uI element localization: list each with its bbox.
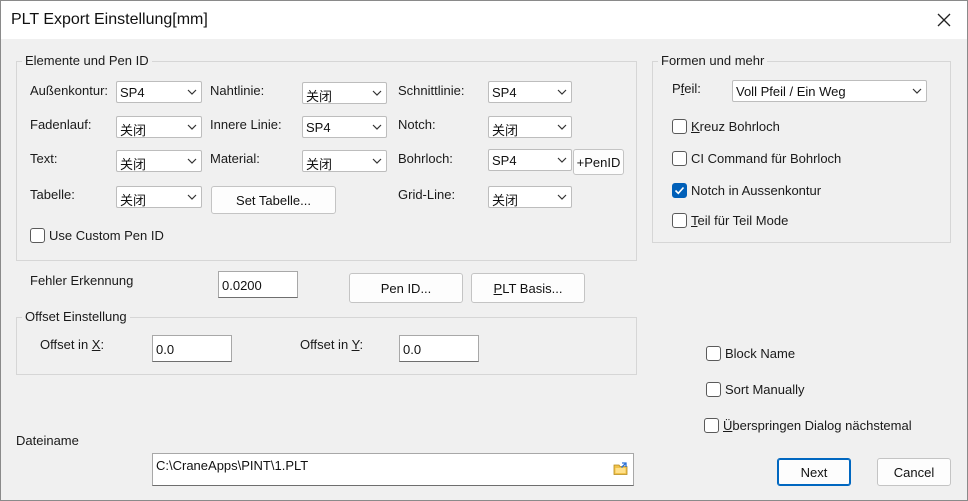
folder-open-icon[interactable] <box>613 461 629 477</box>
checkmark-icon <box>674 186 685 194</box>
chevron-down-icon <box>372 124 382 130</box>
cross-drill-hole-label: Kreuz Bohrloch <box>691 118 780 134</box>
title-bar: PLT Export Einstellung[mm] <box>1 1 967 39</box>
chevron-down-icon <box>557 124 567 130</box>
inner-line-label: Innere Linie: <box>210 117 282 132</box>
add-pen-id-button[interactable]: +PenID <box>573 149 624 175</box>
window-title: PLT Export Einstellung[mm] <box>11 11 208 28</box>
offset-group-legend: Offset Einstellung <box>22 309 130 324</box>
notch-label: Notch: <box>398 117 436 132</box>
material-select[interactable]: 关闭 <box>302 150 387 172</box>
sort-manually-label: Sort Manually <box>725 381 805 397</box>
dialog-window: PLT Export Einstellung[mm] Elemente und … <box>0 0 968 501</box>
cut-line-label: Schnittlinie: <box>398 83 465 98</box>
chevron-down-icon <box>372 158 382 164</box>
chevron-down-icon <box>187 194 197 200</box>
block-name-label: Block Name <box>725 345 796 361</box>
checkbox-box <box>30 227 45 243</box>
chevron-down-icon <box>557 89 567 95</box>
checkbox-box-checked <box>672 182 687 198</box>
ci-command-drill-hole-label: CI Command für Bohrloch <box>691 150 842 166</box>
grain-line-label: Fadenlauf: <box>30 117 92 132</box>
grid-line-select[interactable]: 关闭 <box>488 186 572 208</box>
ci-command-drill-hole-checkbox[interactable]: CI Command für Bohrloch <box>672 149 841 167</box>
checkbox-box <box>704 417 719 433</box>
checkbox-box <box>706 381 721 397</box>
chevron-down-icon <box>557 194 567 200</box>
error-detection-input[interactable]: 0.0200 <box>218 271 298 298</box>
checkbox-box <box>706 345 721 361</box>
text-select[interactable]: 关闭 <box>116 150 202 172</box>
close-button[interactable] <box>921 1 967 39</box>
chevron-down-icon <box>187 158 197 164</box>
sort-manually-checkbox[interactable]: Sort Manually <box>706 380 804 398</box>
offset-y-input[interactable]: 0.0 <box>399 335 479 362</box>
chevron-down-icon <box>557 157 567 163</box>
text-label: Text: <box>30 151 58 166</box>
table-label: Tabelle: <box>30 187 75 202</box>
seam-line-select[interactable]: 关闭 <box>302 82 387 104</box>
plt-basis-button[interactable]: P LT Basis... <box>471 273 585 303</box>
notch-in-outer-contour-checkbox[interactable]: Notch in Aussenkontur <box>672 181 821 199</box>
cross-drill-hole-checkbox[interactable]: Kreuz Bohrloch <box>672 117 780 135</box>
arrow-type-select[interactable]: Voll Pfeil / Ein Weg <box>732 80 927 102</box>
outer-contour-label: Außenkontur: <box>30 83 109 98</box>
skip-dialog-label: Überspringen Dialog nächstemal <box>723 417 912 433</box>
use-custom-pen-id-checkbox[interactable]: Use Custom Pen ID <box>30 226 164 244</box>
close-icon <box>937 13 951 27</box>
outer-contour-select[interactable]: SP4 <box>116 81 202 103</box>
skip-dialog-checkbox[interactable]: Überspringen Dialog nächstemal <box>704 416 912 434</box>
block-name-checkbox[interactable]: Block Name <box>706 344 795 362</box>
file-name-label: Dateiname <box>16 433 79 448</box>
checkbox-box <box>672 150 687 166</box>
chevron-down-icon <box>912 88 922 94</box>
checkbox-box <box>672 118 687 134</box>
pen-id-button[interactable]: Pen ID... <box>349 273 463 303</box>
chevron-down-icon <box>187 89 197 95</box>
forms-group-legend: Formen und mehr <box>658 53 768 68</box>
inner-line-select[interactable]: SP4 <box>302 116 387 138</box>
part-for-part-mode-label: Teil für Teil Mode <box>691 212 789 228</box>
material-label: Material: <box>210 151 260 166</box>
arrow-label: Pfeil: <box>672 81 701 96</box>
error-detection-label: Fehler Erkennung <box>30 273 134 288</box>
offset-y-label: Offset in Y: <box>300 337 364 352</box>
cancel-button[interactable]: Cancel <box>877 458 951 486</box>
chevron-down-icon <box>372 90 382 96</box>
grid-line-label: Grid-Line: <box>398 187 456 202</box>
offset-x-input[interactable]: 0.0 <box>152 335 232 362</box>
table-select[interactable]: 关闭 <box>116 186 202 208</box>
drill-hole-label: Bohrloch: <box>398 151 453 166</box>
pen-id-group-legend: Elemente und Pen ID <box>22 53 152 68</box>
notch-select[interactable]: 关闭 <box>488 116 572 138</box>
offset-x-label: Offset in X: <box>40 337 105 352</box>
drill-hole-select[interactable]: SP4 <box>488 149 572 171</box>
seam-line-label: Nahtlinie: <box>210 83 265 98</box>
notch-in-outer-contour-label: Notch in Aussenkontur <box>691 182 822 198</box>
checkbox-box <box>672 212 687 228</box>
chevron-down-icon <box>187 124 197 130</box>
file-path-input[interactable]: C:\CraneApps\PINT\1.PLT <box>152 453 634 486</box>
cut-line-select[interactable]: SP4 <box>488 81 572 103</box>
set-table-button[interactable]: Set Tabelle... <box>211 186 336 214</box>
part-for-part-mode-checkbox[interactable]: Teil für Teil Mode <box>672 211 788 229</box>
grain-line-select[interactable]: 关闭 <box>116 116 202 138</box>
use-custom-pen-id-label: Use Custom Pen ID <box>49 227 164 243</box>
next-button[interactable]: Next <box>777 458 851 486</box>
